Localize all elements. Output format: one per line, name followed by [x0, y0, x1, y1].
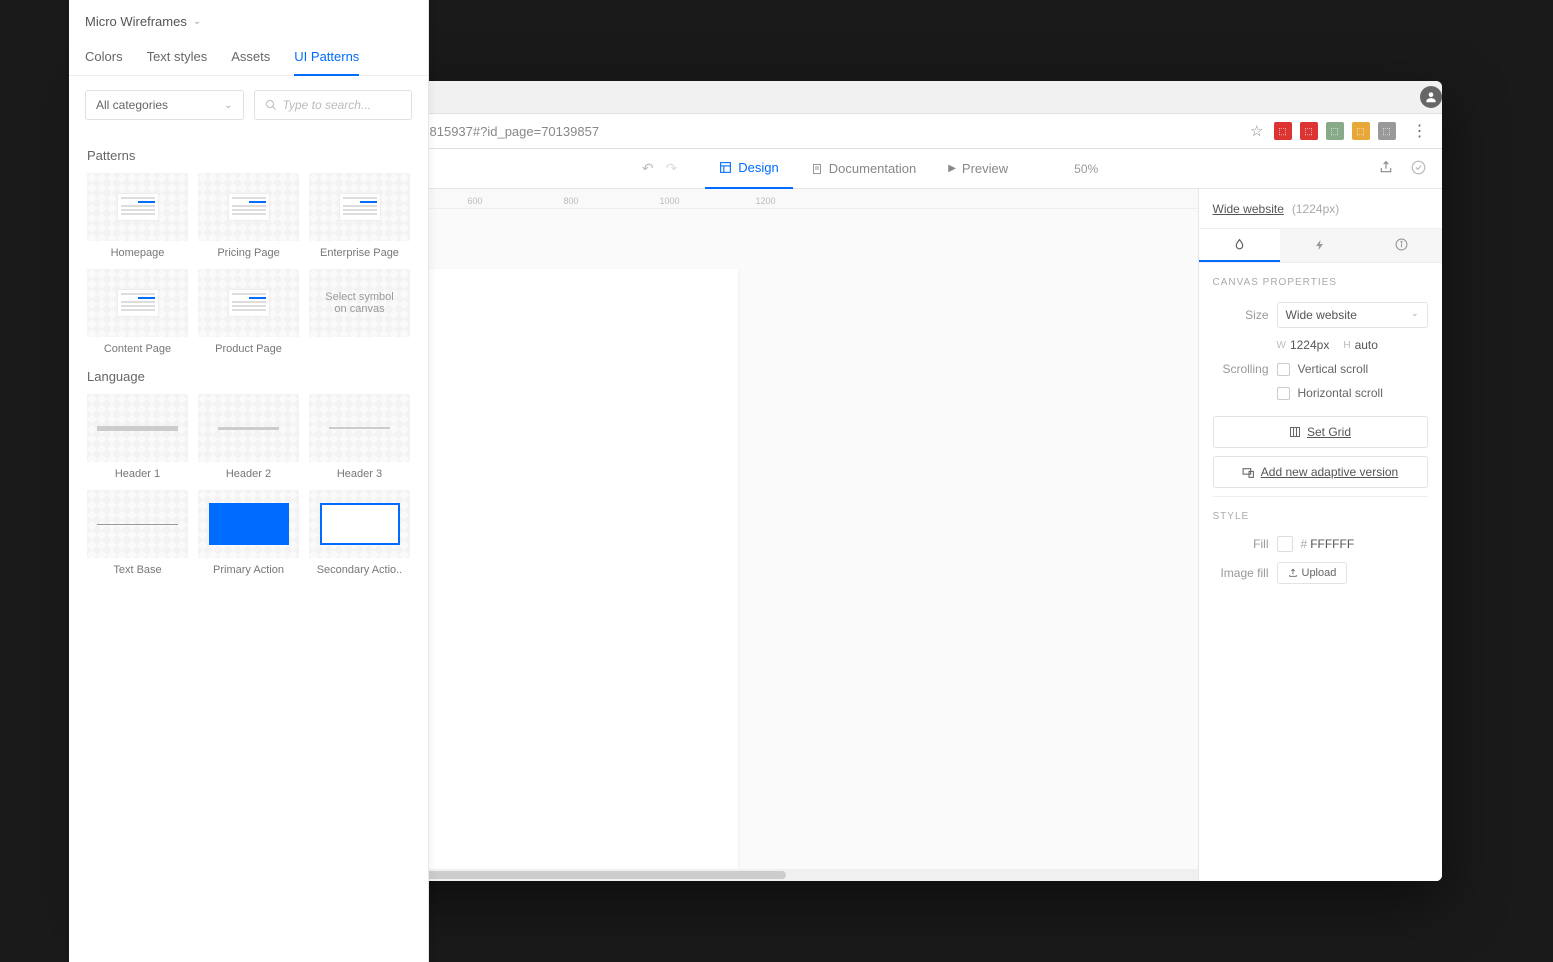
extension-icon[interactable]: ⬚	[1378, 122, 1396, 140]
fill-swatch[interactable]	[1277, 536, 1293, 552]
width-input[interactable]: W1224px	[1277, 338, 1330, 352]
fill-input[interactable]: #FFFFFF	[1301, 537, 1355, 551]
extension-icon[interactable]: ⬚	[1326, 122, 1344, 140]
menu-icon[interactable]: ⋮	[1406, 121, 1434, 141]
add-adaptive-button[interactable]: Add new adaptive version	[1213, 456, 1428, 488]
language-item[interactable]: Header 1	[112, 394, 189, 480]
zoom-level[interactable]: 50%	[1056, 162, 1116, 176]
canvas-properties-title: CANVAS PROPERTIES	[1213, 277, 1428, 288]
document-icon	[811, 163, 823, 175]
breakpoint-selector[interactable]: Wide website (1224px)	[1199, 189, 1442, 229]
section-language: Language	[112, 355, 411, 394]
language-item[interactable]: Secondary Actio..	[309, 490, 410, 576]
library-panel: Micro Wireframes ⌄ Colors Text styles As…	[112, 189, 430, 881]
star-icon[interactable]: ☆	[1250, 122, 1263, 140]
extension-icons: ⬚ ⬚ ⬚ ⬚ ⬚	[1274, 122, 1396, 140]
responsive-icon	[1242, 466, 1255, 479]
pattern-item-empty[interactable]: Select symbol on canvas	[309, 269, 410, 355]
size-label: Size	[1213, 308, 1269, 322]
library-content: Patterns Homepage Pricing Page Enterpris…	[112, 189, 429, 881]
scrolling-label: Scrolling	[1213, 362, 1269, 376]
language-item[interactable]: Primary Action	[198, 490, 299, 576]
drop-icon	[1233, 238, 1246, 251]
info-icon	[1395, 238, 1408, 251]
check-icon[interactable]	[1411, 160, 1426, 178]
topbar-center: ↶ ↷ Design Documentation ▶ Preview 50%	[380, 149, 1379, 189]
chevron-down-icon: ⌄	[1411, 308, 1419, 322]
upload-button[interactable]: Upload	[1277, 562, 1348, 584]
canvas-properties: CANVAS PROPERTIES Size Wide website⌄ W12…	[1199, 263, 1442, 608]
app-body: Aa F ⋯ 0 200 400 600 800 1000 1	[112, 189, 1442, 881]
tab-info[interactable]	[1361, 229, 1442, 262]
design-tab[interactable]: Design	[705, 149, 792, 189]
topbar-right	[1379, 160, 1434, 178]
language-grid: Header 1 Header 2 Header 3 Text Base Pri…	[112, 394, 411, 576]
language-item[interactable]: Text Base	[112, 490, 189, 576]
play-icon: ▶	[948, 163, 956, 174]
fill-label: Fill	[1213, 537, 1269, 551]
horizontal-scroll-checkbox[interactable]: Horizontal scroll	[1277, 386, 1383, 400]
properties-panel: Wide website (1224px) CANVAS PROPERTIES …	[1198, 189, 1442, 881]
undo-icon[interactable]: ↶	[642, 160, 654, 177]
style-title: STYLE	[1213, 511, 1428, 522]
image-fill-label: Image fill	[1213, 566, 1269, 580]
pattern-item[interactable]: Enterprise Page	[309, 189, 410, 259]
height-input[interactable]: Hauto	[1343, 338, 1378, 352]
extension-icon[interactable]: ⬚	[1300, 122, 1318, 140]
patterns-grid: Homepage Pricing Page Enterprise Page Co…	[112, 189, 411, 355]
properties-tabs	[1199, 229, 1442, 263]
pattern-item[interactable]: Pricing Page	[198, 189, 299, 259]
pattern-item[interactable]: Homepage	[112, 189, 189, 259]
browser-window: Microframe - UXPin × ← → ⟳ Secure |	[112, 81, 1442, 881]
grid-icon	[1289, 426, 1301, 438]
bolt-icon	[1314, 239, 1326, 251]
undo-redo: ↶ ↷	[642, 160, 677, 177]
language-item[interactable]: Header 2	[198, 394, 299, 480]
profile-icon[interactable]	[1420, 86, 1442, 108]
upload-icon	[1288, 568, 1298, 578]
share-icon[interactable]	[1379, 160, 1393, 177]
language-item[interactable]: Header 3	[309, 394, 410, 480]
redo-icon[interactable]: ↷	[666, 160, 678, 177]
extension-icon[interactable]: ⬚	[1274, 122, 1292, 140]
pattern-item[interactable]: Content Page	[112, 269, 189, 355]
documentation-tab[interactable]: Documentation	[797, 149, 930, 189]
pattern-item[interactable]: Product Page	[198, 269, 299, 355]
tab-interactions[interactable]	[1280, 229, 1361, 262]
preview-tab[interactable]: ▶ Preview	[934, 149, 1022, 189]
extension-icon[interactable]: ⬚	[1352, 122, 1370, 140]
tab-properties[interactable]	[1199, 229, 1280, 262]
size-select[interactable]: Wide website⌄	[1277, 302, 1428, 328]
vertical-scroll-checkbox[interactable]: Vertical scroll	[1277, 362, 1369, 376]
set-grid-button[interactable]: Set Grid	[1213, 416, 1428, 448]
design-icon	[719, 161, 732, 174]
